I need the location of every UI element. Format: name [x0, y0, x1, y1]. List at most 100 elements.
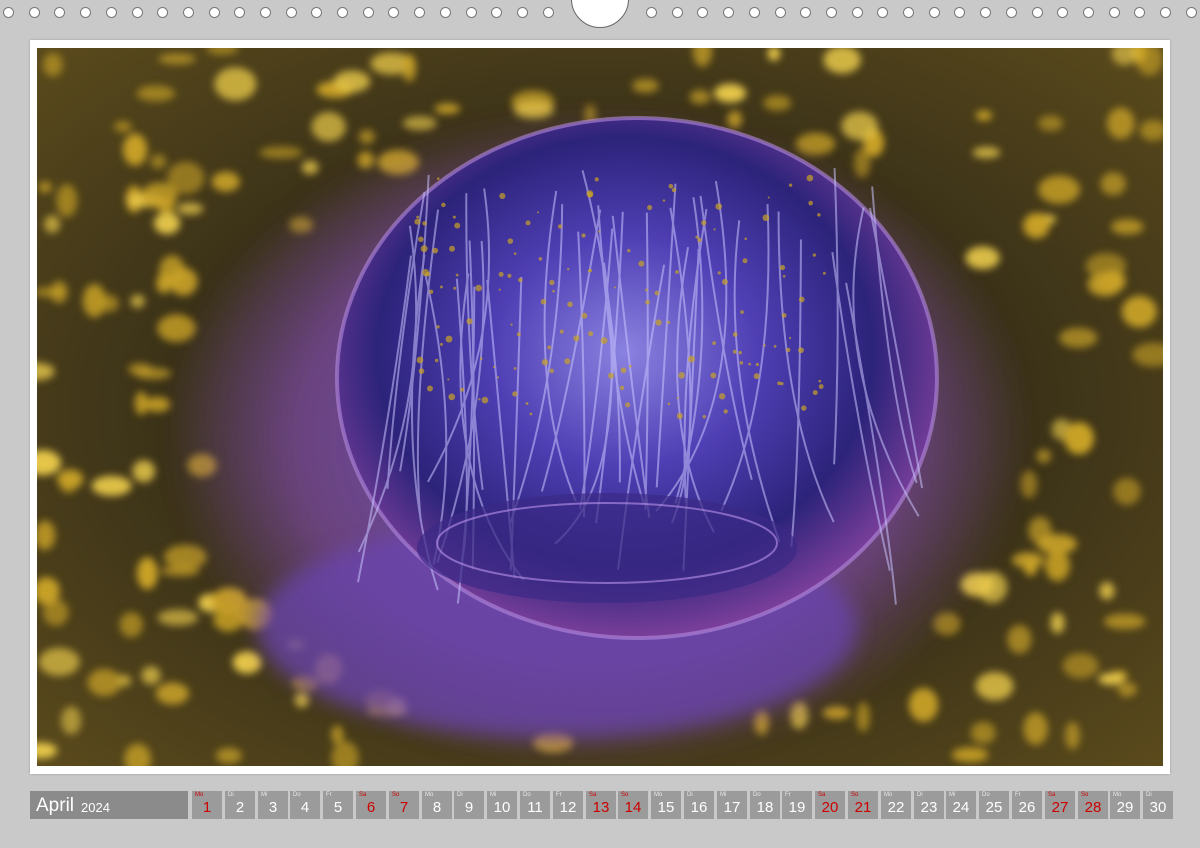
binding-hole [132, 7, 143, 18]
day-number: 24 [952, 799, 970, 816]
day-cell: Fr 26 [1012, 791, 1042, 819]
binding-hole [877, 7, 888, 18]
binding-hole [183, 7, 194, 18]
day-number: 10 [493, 799, 511, 816]
weekday-label: Sa [359, 792, 367, 798]
binding-hole [775, 7, 786, 18]
weekday-label: So [851, 792, 859, 798]
binding-hole [440, 7, 451, 18]
day-cell: Do 18 [750, 791, 780, 819]
weekday-label: So [621, 792, 629, 798]
day-cell: Do 25 [979, 791, 1009, 819]
day-number: 20 [821, 799, 839, 816]
binding-hole [697, 7, 708, 18]
day-cell: Mo 22 [881, 791, 911, 819]
calendar-hanger-cutout [571, 0, 629, 28]
binding-hole [929, 7, 940, 18]
day-number: 5 [333, 799, 343, 816]
day-number: 22 [887, 799, 905, 816]
day-number: 26 [1018, 799, 1036, 816]
day-number: 9 [464, 799, 474, 816]
binding-hole [337, 7, 348, 18]
weekday-label: Fr [1015, 792, 1021, 798]
day-cell: Mi 24 [946, 791, 976, 819]
day-number: 18 [756, 799, 774, 816]
binding-hole [80, 7, 91, 18]
day-number: 8 [432, 799, 442, 816]
weekday-label: Mi [490, 792, 497, 798]
day-cell: Fr 12 [553, 791, 583, 819]
day-number: 3 [268, 799, 278, 816]
day-number: 17 [723, 799, 741, 816]
binding-hole [852, 7, 863, 18]
binding-hole [1083, 7, 1094, 18]
photo-frame [30, 40, 1170, 774]
day-cell: Mi 10 [487, 791, 517, 819]
month-name: April [36, 795, 75, 816]
binding-hole [466, 7, 477, 18]
weekday-label: Mo [195, 792, 204, 798]
day-number: 7 [399, 799, 409, 816]
weekday-label: Fr [556, 792, 562, 798]
weekday-label: Do [753, 792, 761, 798]
day-cell: Sa 20 [815, 791, 845, 819]
binding-hole [388, 7, 399, 18]
binding-hole [414, 7, 425, 18]
weekday-label: Di [1146, 792, 1152, 798]
binding-hole [234, 7, 245, 18]
day-cell: Mi 3 [258, 791, 288, 819]
binding-hole [1109, 7, 1120, 18]
weekday-label: Sa [589, 792, 597, 798]
binding-hole [749, 7, 760, 18]
weekday-label: Di [228, 792, 234, 798]
weekday-label: Do [523, 792, 531, 798]
binding-hole [363, 7, 374, 18]
weekday-label: Fr [326, 792, 332, 798]
weekday-label: Di [687, 792, 693, 798]
day-number: 11 [527, 799, 543, 816]
day-cell: Di 2 [225, 791, 255, 819]
day-number: 2 [235, 799, 245, 816]
weekday-label: Mo [654, 792, 663, 798]
day-number: 25 [985, 799, 1003, 816]
weekday-label: Mo [1113, 792, 1122, 798]
day-cell: Mo 15 [651, 791, 681, 819]
day-cell: Di 30 [1143, 791, 1173, 819]
binding-hole [54, 7, 65, 18]
month-year: 2024 [81, 800, 110, 815]
calendar-strip: April 2024 Mo 1 Di 2 Mi 3 Do 4 Fr 5 Sa 6 So 7 Mo 8 Di 9 Mi… [30, 791, 1173, 819]
day-number: 29 [1116, 799, 1134, 816]
binding-hole [311, 7, 322, 18]
binding-hole [286, 7, 297, 18]
day-number: 6 [366, 799, 376, 816]
day-cell: So 28 [1078, 791, 1108, 819]
weekday-label: So [1081, 792, 1089, 798]
day-cell: Sa 6 [356, 791, 386, 819]
binding-hole [903, 7, 914, 18]
weekday-label: Sa [1048, 792, 1056, 798]
binding-hole [1186, 7, 1197, 18]
day-number: 15 [657, 799, 675, 816]
day-number: 14 [624, 799, 642, 816]
day-cell: Sa 27 [1045, 791, 1075, 819]
day-cell: So 14 [618, 791, 648, 819]
binding-hole [29, 7, 40, 18]
binding-hole [517, 7, 528, 18]
binding-hole [723, 7, 734, 18]
day-cell: Do 11 [520, 791, 550, 819]
day-cell: Sa 13 [586, 791, 616, 819]
day-cell: So 7 [389, 791, 419, 819]
day-cell: Fr 19 [782, 791, 812, 819]
day-number: 16 [690, 799, 708, 816]
day-cell: Fr 5 [323, 791, 353, 819]
day-cell: Mo 1 [192, 791, 222, 819]
month-label-box: April 2024 [30, 791, 188, 819]
weekday-label: Fr [785, 792, 791, 798]
binding-hole [672, 7, 683, 18]
jellyfish-photo [37, 48, 1163, 766]
binding-hole [209, 7, 220, 18]
weekday-label: So [392, 792, 400, 798]
weekday-label: Sa [818, 792, 826, 798]
binding-hole [106, 7, 117, 18]
binding-hole [157, 7, 168, 18]
